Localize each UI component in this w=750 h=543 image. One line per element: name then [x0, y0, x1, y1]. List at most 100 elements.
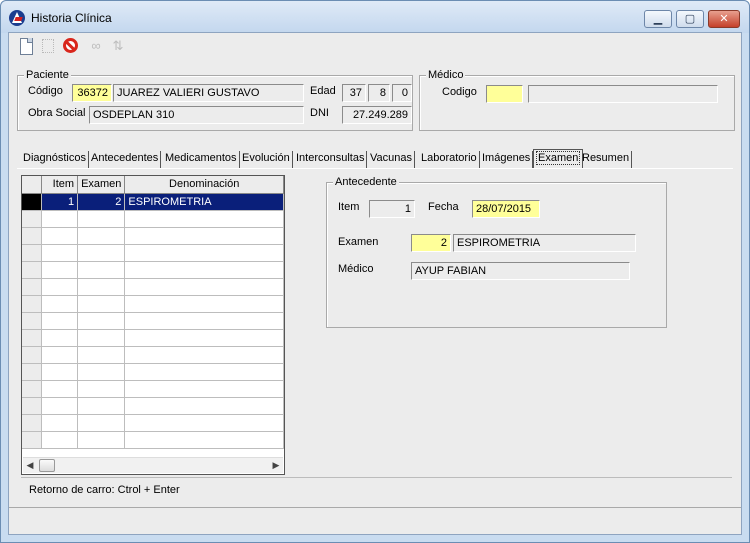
tab-diagnosticos[interactable]: Diagnósticos	[21, 151, 89, 168]
row-indicator[interactable]	[22, 210, 43, 228]
column-header-examen[interactable]: Examen	[77, 176, 126, 194]
medico-codigo-field[interactable]	[486, 85, 523, 103]
medico-legend: Médico	[426, 69, 466, 81]
row-indicator[interactable]	[22, 363, 43, 381]
window-title: Historia Clínica	[31, 11, 112, 25]
examen-codigo-field[interactable]: 2	[411, 234, 451, 252]
edad-meses-field: 8	[368, 84, 390, 102]
grid-header-row: Item Examen Denominación	[22, 176, 284, 194]
dni-field: 27.249.289	[342, 106, 412, 124]
medico-nombre-field	[528, 85, 718, 103]
table-row[interactable]	[22, 210, 284, 228]
blank-icon	[42, 39, 54, 53]
medico-codigo-label: Codigo	[442, 86, 477, 98]
client-area: ∞ ⇅ Paciente Código 36372 JUAREZ VALIERI…	[8, 32, 742, 535]
app-window: Historia Clínica ▁ ▢ ✕ ∞ ⇅ Paciente Códi…	[0, 0, 750, 543]
scroll-left-icon[interactable]: ◀	[23, 458, 37, 473]
new-document-icon[interactable]	[17, 37, 35, 55]
table-row[interactable]	[22, 346, 284, 364]
table-row[interactable]	[22, 431, 284, 449]
app-logo-icon	[9, 10, 25, 26]
antecedente-legend: Antecedente	[333, 176, 399, 188]
row-indicator[interactable]	[22, 193, 43, 211]
paciente-codigo-field[interactable]: 36372	[72, 84, 112, 102]
edad-dias-field: 0	[392, 84, 412, 102]
scroll-right-icon[interactable]: ▶	[269, 458, 283, 473]
table-row[interactable]	[22, 363, 284, 381]
row-indicator[interactable]	[22, 244, 43, 262]
table-row[interactable]: 1 2 ESPIROMETRIA	[22, 193, 284, 211]
paciente-group: Paciente Código 36372 JUAREZ VALIERI GUS…	[17, 69, 413, 131]
maximize-button[interactable]: ▢	[676, 10, 704, 28]
row-indicator[interactable]	[22, 346, 43, 364]
disabled-link-icon: ∞	[91, 38, 101, 53]
row-indicator[interactable]	[22, 261, 43, 279]
status-hint: Retorno de carro: Ctrol + Enter	[21, 477, 732, 499]
antecedente-medico-field: AYUP FABIAN	[411, 262, 630, 280]
tab-divider	[17, 168, 733, 169]
tab-imagenes[interactable]: Imágenes	[480, 151, 534, 168]
row-indicator[interactable]	[22, 431, 43, 449]
fecha-label: Fecha	[428, 201, 459, 213]
row-indicator[interactable]	[22, 380, 43, 398]
tab-vacunas[interactable]: Vacunas	[368, 151, 415, 168]
table-row[interactable]	[22, 397, 284, 415]
table-row[interactable]	[22, 414, 284, 432]
examen-label: Examen	[338, 236, 379, 248]
minimize-button[interactable]: ▁	[644, 10, 672, 28]
row-indicator[interactable]	[22, 227, 43, 245]
table-row[interactable]	[22, 380, 284, 398]
cancel-icon[interactable]	[63, 38, 78, 53]
table-row[interactable]	[22, 312, 284, 330]
medico-group: Médico Codigo	[419, 69, 735, 131]
table-row[interactable]	[22, 329, 284, 347]
edad-label: Edad	[310, 85, 336, 97]
title-bar[interactable]: Historia Clínica ▁ ▢ ✕	[1, 1, 749, 33]
row-indicator[interactable]	[22, 278, 43, 296]
cell-examen[interactable]: 2	[77, 193, 126, 211]
table-row[interactable]	[22, 295, 284, 313]
close-icon: ✕	[719, 13, 729, 25]
codigo-label: Código	[28, 85, 63, 97]
row-indicator[interactable]	[22, 329, 43, 347]
table-row[interactable]	[22, 261, 284, 279]
table-row[interactable]	[22, 244, 284, 262]
tab-evolucion[interactable]: Evolución	[240, 151, 293, 168]
minimize-icon: ▁	[653, 13, 663, 25]
column-header-denominacion[interactable]: Denominación	[124, 176, 284, 194]
cell-item[interactable]: 1	[41, 193, 79, 211]
disabled-icon: ⇅	[112, 38, 124, 53]
examen-grid[interactable]: Item Examen Denominación 1 2 ESPIROMETRI…	[21, 175, 285, 475]
table-row[interactable]	[22, 278, 284, 296]
item-label: Item	[338, 201, 360, 213]
horizontal-scrollbar[interactable]: ◀ ▶	[23, 457, 283, 473]
dni-label: DNI	[310, 107, 329, 119]
examen-nombre-field: ESPIROMETRIA	[453, 234, 636, 252]
fecha-field[interactable]: 28/07/2015	[472, 200, 540, 218]
paciente-nombre-field: JUAREZ VALIERI GUSTAVO	[113, 84, 304, 102]
status-bar	[9, 507, 741, 534]
paciente-legend: Paciente	[24, 69, 71, 81]
edad-anios-field: 37	[342, 84, 366, 102]
antecedente-group: Antecedente Item 1 Fecha 28/07/2015 Exam…	[326, 176, 667, 328]
tab-antecedentes[interactable]: Antecedentes	[89, 151, 162, 168]
tab-interconsultas[interactable]: Interconsultas	[294, 151, 368, 168]
row-indicator[interactable]	[22, 295, 43, 313]
row-indicator[interactable]	[22, 397, 43, 415]
tab-laboratorio[interactable]: Laboratorio	[419, 151, 480, 168]
row-indicator[interactable]	[22, 414, 43, 432]
maximize-icon: ▢	[684, 13, 696, 25]
tab-medicamentos[interactable]: Medicamentos	[163, 151, 240, 168]
cell-denominacion[interactable]: ESPIROMETRIA	[124, 193, 284, 211]
grid-corner-cell	[22, 176, 43, 194]
medico-label: Médico	[338, 263, 374, 275]
table-row[interactable]	[22, 227, 284, 245]
close-button[interactable]: ✕	[708, 10, 740, 28]
row-indicator[interactable]	[22, 312, 43, 330]
item-field: 1	[369, 200, 415, 218]
obra-social-field: OSDEPLAN 310	[89, 106, 304, 124]
scroll-thumb[interactable]	[39, 459, 55, 472]
column-header-item[interactable]: Item	[41, 176, 79, 194]
tab-examen[interactable]: Examen	[533, 149, 584, 169]
tab-resumen[interactable]: Resumen	[580, 151, 633, 168]
